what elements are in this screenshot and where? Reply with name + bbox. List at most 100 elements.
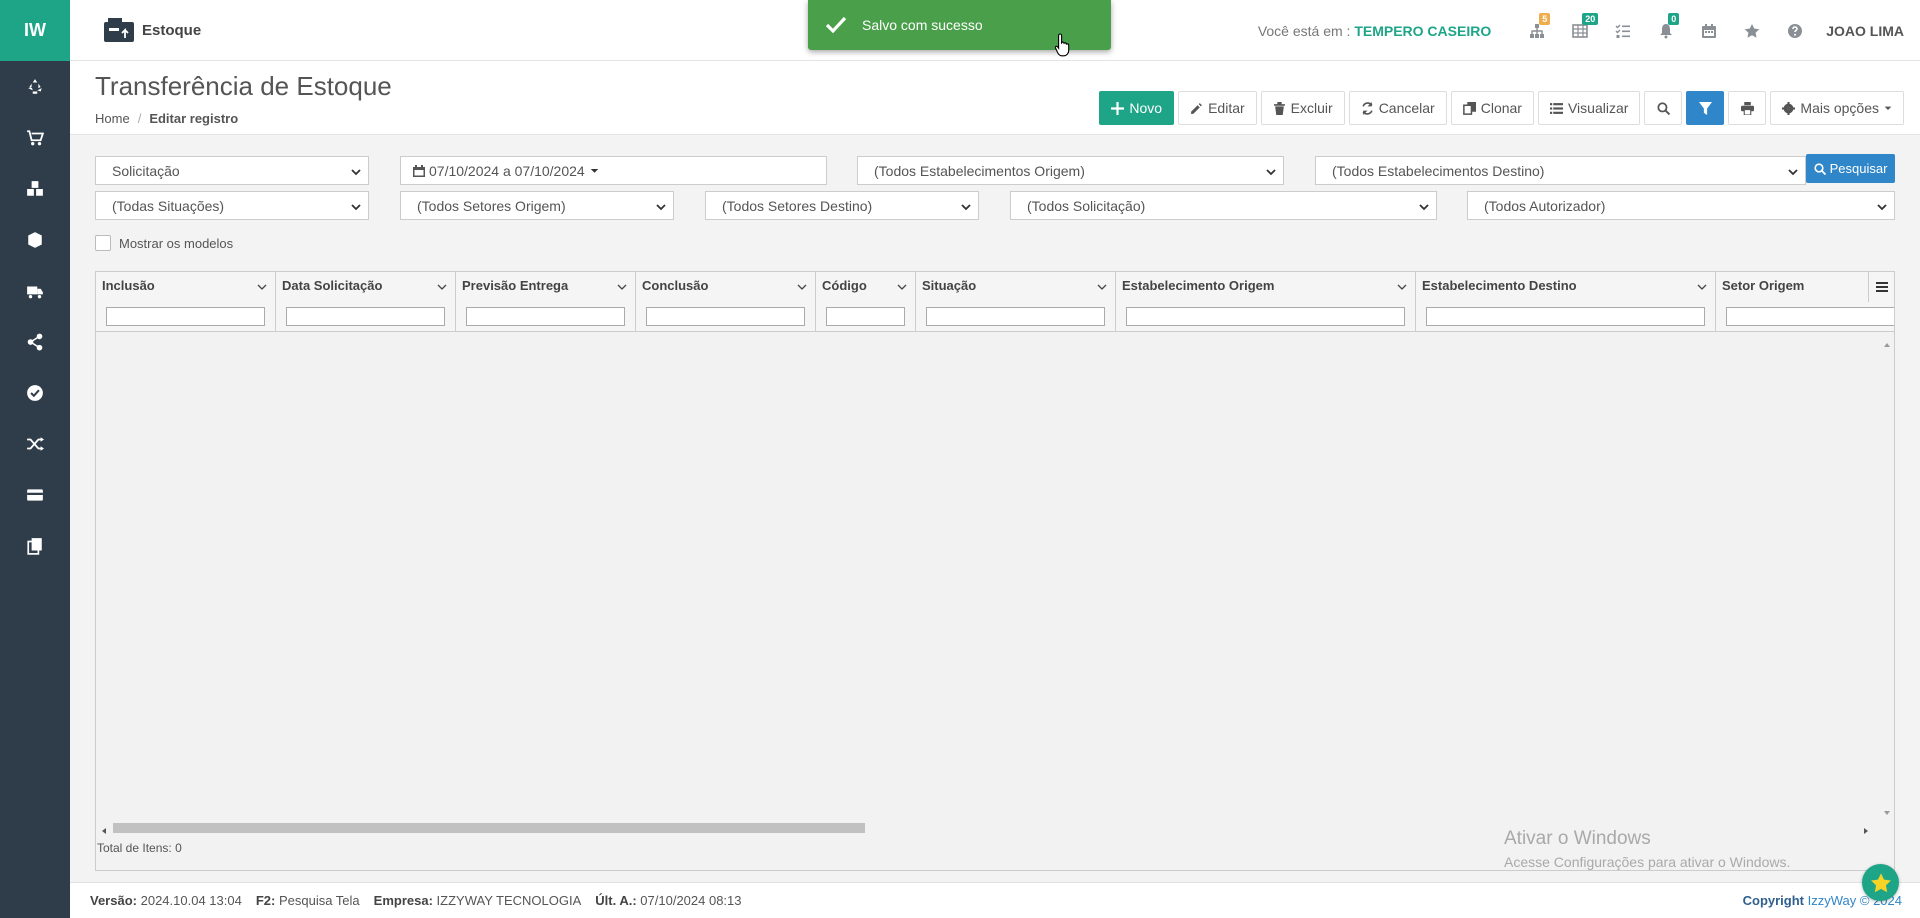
module-title[interactable]: Estoque [102,16,201,44]
chevron-down-icon[interactable] [1697,280,1707,290]
type-select[interactable]: Solicitação [95,156,369,185]
column-filter-input[interactable] [826,307,905,326]
column-inclusao[interactable]: Inclusão [96,272,276,332]
app-logo[interactable]: IW [0,0,70,61]
notifications-button[interactable]: 0 [1644,0,1687,61]
sidebar-item-copy[interactable] [0,520,70,571]
column-filter-input[interactable] [106,307,265,326]
chevron-down-icon[interactable] [1097,280,1107,290]
cancel-button[interactable]: Cancelar [1348,91,1447,125]
caret-down-icon [590,169,598,173]
destination-establishment-select[interactable]: (Todos Estabelecimentos Destino) [1315,156,1806,185]
new-button-label: Novo [1129,100,1163,116]
column-filter-input[interactable] [286,307,445,326]
sidebar: IW [0,0,70,918]
delete-button[interactable]: Excluir [1260,91,1345,125]
print-icon [1740,101,1754,115]
chevron-down-icon[interactable] [1397,280,1407,290]
menu-icon [1875,282,1888,292]
chevron-down-icon[interactable] [897,280,907,290]
column-estabelecimento-origem[interactable]: Estabelecimento Origem [1116,272,1416,332]
column-previsao-entrega[interactable]: Previsão Entrega [456,272,636,332]
search-button[interactable] [1644,91,1683,125]
show-models-option[interactable]: Mostrar os modelos [95,235,233,251]
chevron-down-icon[interactable] [257,280,267,290]
column-codigo[interactable]: Código [816,272,916,332]
print-button[interactable] [1728,91,1767,125]
search-icon [1813,162,1826,175]
topbar-right: Você está em : TEMPERO CASEIRO 5 20 0 JO… [1258,0,1920,61]
more-options-button[interactable]: Mais opções [1770,91,1904,125]
date-range-picker[interactable]: 07/10/2024 a 07/10/2024 [400,156,827,185]
request-select[interactable]: (Todos Solicitação) [1010,191,1437,220]
location: Você está em : TEMPERO CASEIRO [1258,23,1491,39]
scroll-up-arrow[interactable] [1882,338,1892,348]
grid-column-menu[interactable] [1868,272,1894,302]
scroll-right-arrow[interactable] [1862,823,1870,834]
column-data-solicitacao[interactable]: Data Solicitação [276,272,456,332]
clone-button[interactable]: Clonar [1450,91,1534,125]
date-range-value: 07/10/2024 a 07/10/2024 [429,162,585,179]
caret-down-icon [1884,811,1890,815]
chevron-down-icon [1787,165,1799,177]
sidebar-item-share[interactable] [0,316,70,367]
situation-select[interactable]: (Todas Situações) [95,191,369,220]
sidebar-item-recycle[interactable] [0,61,70,112]
column-filter-input[interactable] [1126,307,1405,326]
scrollbar-thumb[interactable] [113,823,865,833]
sidebar-item-check[interactable] [0,367,70,418]
sidebar-item-truck[interactable] [0,265,70,316]
share-icon [27,333,43,350]
recycle-icon [28,78,42,94]
tasks-icon [1615,24,1630,38]
calendar-button[interactable] [1687,0,1730,61]
location-name[interactable]: TEMPERO CASEIRO [1354,23,1491,39]
column-situacao[interactable]: Situação [916,272,1116,332]
chevron-down-icon[interactable] [437,280,447,290]
tables-button[interactable]: 20 [1558,0,1601,61]
authorizer-select-value: (Todos Autorizador) [1484,197,1606,214]
favorites-button[interactable] [1730,0,1773,61]
column-header-label: Conclusão [642,278,709,293]
sidebar-item-shuffle[interactable] [0,418,70,469]
column-filter-input[interactable] [926,307,1105,326]
new-button[interactable]: Novo [1099,91,1175,125]
view-button[interactable]: Visualizar [1537,91,1641,125]
help-button[interactable] [1773,0,1816,61]
tasks-button[interactable] [1601,0,1644,61]
star-icon [1870,872,1891,892]
caret-right-icon [1864,828,1868,834]
breadcrumb-home[interactable]: Home [95,111,130,126]
column-filter-input[interactable] [646,307,805,326]
filter-button[interactable] [1686,91,1725,125]
column-header-label: Previsão Entrega [462,278,569,293]
pesquisar-button[interactable]: Pesquisar [1806,154,1895,183]
column-filter-input[interactable] [1426,307,1705,326]
chevron-down-icon[interactable] [617,280,627,290]
column-estabelecimento-destino[interactable]: Estabelecimento Destino [1416,272,1716,332]
origin-establishment-select[interactable]: (Todos Estabelecimentos Origem) [857,156,1284,185]
column-filter-input[interactable] [466,307,625,326]
establishments-badge: 5 [1539,13,1551,25]
module-label: Estoque [142,21,202,39]
sidebar-item-card[interactable] [0,469,70,520]
scroll-left-arrow[interactable] [100,823,108,834]
chevron-down-icon[interactable] [797,280,807,290]
destination-sector-select[interactable]: (Todos Setores Destino) [705,191,979,220]
sidebar-item-cubes[interactable] [0,163,70,214]
authorizer-select[interactable]: (Todos Autorizador) [1467,191,1895,220]
sidebar-item-cart[interactable] [0,112,70,163]
column-filter-input[interactable] [1726,307,1894,326]
establishments-button[interactable]: 5 [1515,0,1558,61]
scroll-down-arrow[interactable] [1882,806,1892,816]
user-menu[interactable]: JOAO LIMA [1826,23,1904,39]
notifications-badge: 0 [1668,13,1680,25]
caret-left-icon [102,828,106,834]
favorites-fab[interactable] [1862,864,1899,901]
sidebar-item-cube[interactable] [0,214,70,265]
show-models-checkbox[interactable] [95,235,111,251]
column-header-label: Inclusão [102,278,155,293]
edit-button[interactable]: Editar [1178,91,1257,125]
column-conclusao[interactable]: Conclusão [636,272,816,332]
origin-sector-select[interactable]: (Todos Setores Origem) [400,191,674,220]
